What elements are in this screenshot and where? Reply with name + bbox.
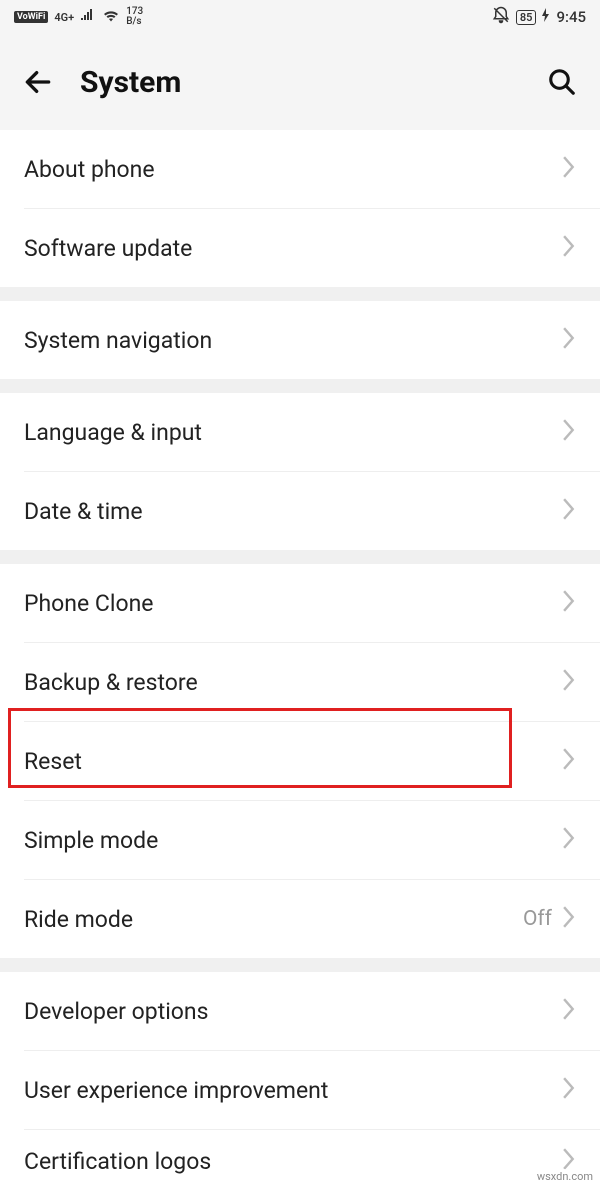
row-label: Developer options xyxy=(24,998,562,1025)
wifi-icon xyxy=(102,9,120,26)
chevron-right-icon xyxy=(562,419,576,445)
chevron-right-icon xyxy=(562,498,576,524)
row-label: Ride mode xyxy=(24,906,523,933)
chevron-right-icon xyxy=(562,1077,576,1103)
row-label: Language & input xyxy=(24,419,562,446)
row-language-input[interactable]: Language & input xyxy=(0,393,600,471)
row-about-phone[interactable]: About phone xyxy=(0,130,600,208)
row-developer-options[interactable]: Developer options xyxy=(0,972,600,1050)
row-ride-mode[interactable]: Ride mode Off xyxy=(0,880,600,958)
row-software-update[interactable]: Software update xyxy=(0,209,600,287)
row-date-time[interactable]: Date & time xyxy=(0,472,600,550)
row-label: System navigation xyxy=(24,327,562,354)
row-phone-clone[interactable]: Phone Clone xyxy=(0,564,600,642)
row-user-experience[interactable]: User experience improvement xyxy=(0,1051,600,1129)
back-button[interactable] xyxy=(18,62,58,102)
settings-group: About phone Software update xyxy=(0,130,600,287)
dnd-icon xyxy=(492,6,510,28)
status-left: VoWiFi 4G+ 173 B/s xyxy=(14,7,143,27)
network-indicator: 4G+ xyxy=(54,11,74,24)
search-button[interactable] xyxy=(542,62,582,102)
row-label: Phone Clone xyxy=(24,590,562,617)
row-label: Reset xyxy=(24,748,562,775)
status-right: 85 9:45 xyxy=(492,6,586,28)
vowifi-badge: VoWiFi xyxy=(14,11,48,23)
row-label: Certification logos xyxy=(24,1148,562,1175)
chevron-right-icon xyxy=(562,156,576,182)
chevron-right-icon xyxy=(562,669,576,695)
search-icon xyxy=(547,67,577,97)
settings-group: Developer options User experience improv… xyxy=(0,972,600,1192)
row-system-navigation[interactable]: System navigation xyxy=(0,301,600,379)
chevron-right-icon xyxy=(562,590,576,616)
battery-indicator: 85 xyxy=(516,10,537,25)
row-label: About phone xyxy=(24,156,562,183)
row-label: Simple mode xyxy=(24,827,562,854)
network-speed: 173 B/s xyxy=(126,7,143,27)
watermark: wsxdn.com xyxy=(534,1169,596,1184)
chevron-right-icon xyxy=(562,327,576,353)
settings-group: Phone Clone Backup & restore Reset Simpl… xyxy=(0,564,600,958)
chevron-right-icon xyxy=(562,906,576,932)
settings-group: System navigation xyxy=(0,301,600,379)
row-simple-mode[interactable]: Simple mode xyxy=(0,801,600,879)
status-bar: VoWiFi 4G+ 173 B/s 85 9:45 xyxy=(0,0,600,34)
row-label: Backup & restore xyxy=(24,669,562,696)
chevron-right-icon xyxy=(562,235,576,261)
row-label: User experience improvement xyxy=(24,1077,562,1104)
row-value: Off xyxy=(523,907,552,931)
signal-icon xyxy=(80,9,96,25)
page-title: System xyxy=(80,65,520,100)
chevron-right-icon xyxy=(562,998,576,1024)
row-reset[interactable]: Reset xyxy=(0,722,600,800)
row-backup-restore[interactable]: Backup & restore xyxy=(0,643,600,721)
chevron-right-icon xyxy=(562,748,576,774)
charging-icon xyxy=(542,8,550,26)
app-header: System xyxy=(0,34,600,130)
settings-group: Language & input Date & time xyxy=(0,393,600,550)
clock: 9:45 xyxy=(556,8,586,26)
back-arrow-icon xyxy=(22,66,54,98)
battery-level: 85 xyxy=(520,11,533,24)
row-label: Date & time xyxy=(24,498,562,525)
row-label: Software update xyxy=(24,235,562,262)
row-certification-logos[interactable]: Certification logos xyxy=(0,1130,600,1192)
chevron-right-icon xyxy=(562,827,576,853)
speed-unit: B/s xyxy=(126,17,143,27)
